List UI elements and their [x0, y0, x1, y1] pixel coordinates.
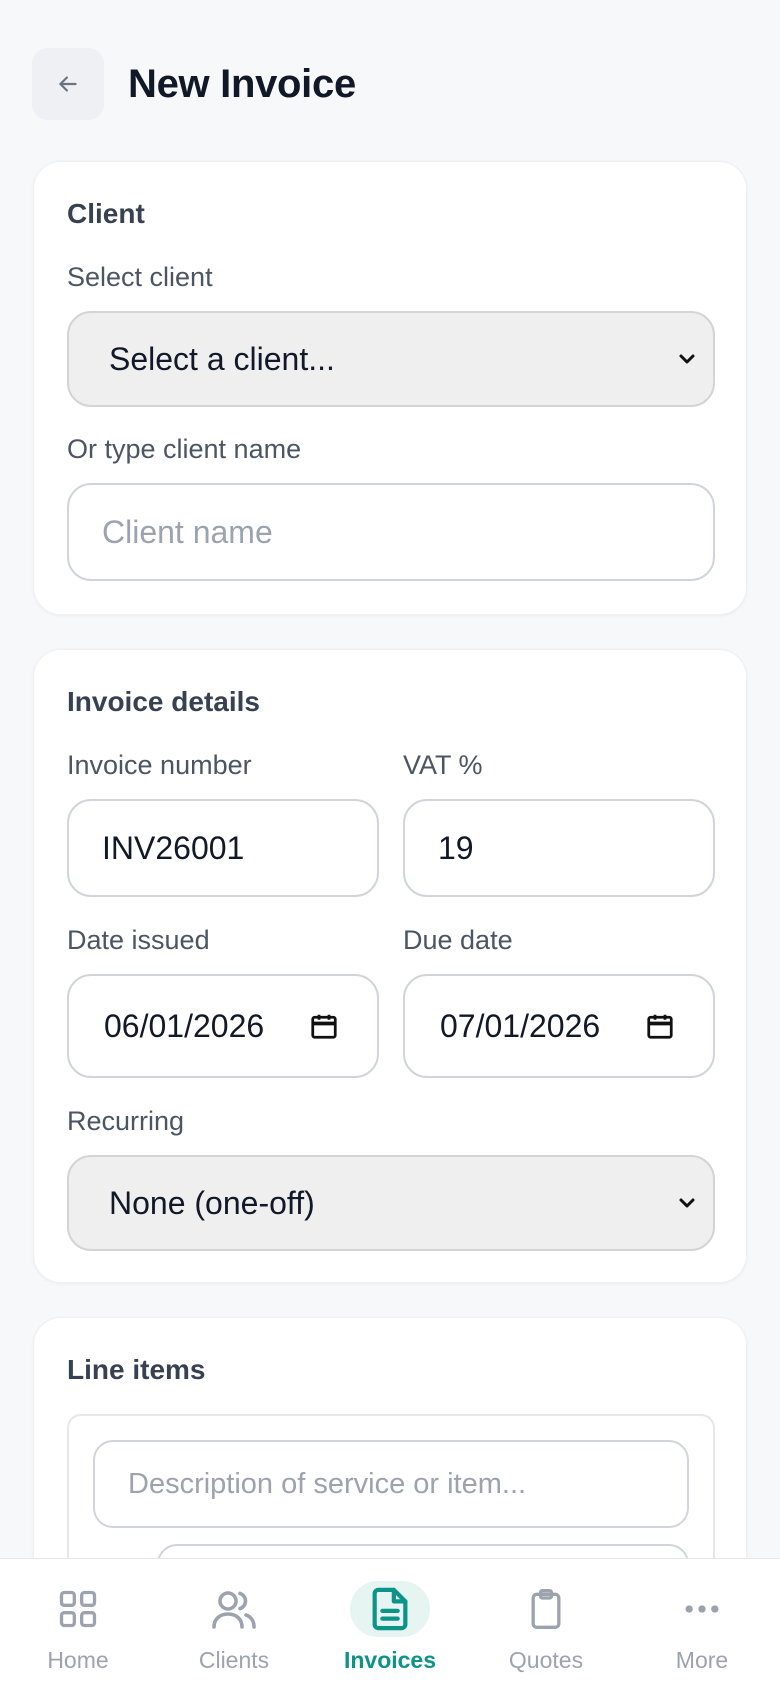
nav-more[interactable]: More	[624, 1559, 780, 1688]
bottom-nav: Home Clients Invoices Quotes More	[0, 1558, 780, 1688]
due-date-label: Due date	[403, 925, 513, 955]
line-item-description-placeholder: Description of service or item...	[128, 1467, 527, 1500]
nav-clients[interactable]: Clients	[156, 1559, 312, 1688]
vat-value: 19	[438, 829, 474, 866]
nav-quotes-label: Quotes	[508, 1647, 584, 1673]
nav-invoices[interactable]: Invoices	[312, 1559, 468, 1688]
arrow-left-icon	[59, 76, 77, 92]
recurring-select-value: None (one-off)	[109, 1184, 315, 1221]
client-section-title: Client	[67, 198, 145, 229]
line-items-title: Line items	[67, 1354, 206, 1385]
header: New Invoice	[32, 48, 356, 120]
date-issued-label: Date issued	[67, 925, 210, 955]
recurring-select[interactable]: None (one-off)	[67, 1155, 715, 1251]
nav-quotes[interactable]: Quotes	[468, 1559, 624, 1688]
client-name-input[interactable]: Client name	[67, 483, 715, 581]
invoice-details-card: Invoice details Invoice number VAT % INV…	[33, 649, 747, 1283]
calendar-icon[interactable]	[645, 1011, 675, 1041]
vat-label: VAT %	[403, 750, 483, 780]
chevron-down-icon	[679, 354, 695, 364]
client-name-label: Or type client name	[67, 434, 302, 464]
nav-home-label: Home	[47, 1647, 109, 1673]
invoice-number-label: Invoice number	[67, 750, 252, 780]
nav-more-label: More	[675, 1647, 729, 1673]
back-button[interactable]	[32, 48, 104, 120]
nav-clients-label: Clients	[198, 1647, 270, 1673]
more-dots-icon	[685, 1605, 719, 1613]
nav-home[interactable]: Home	[0, 1559, 156, 1688]
chevron-down-icon	[679, 1198, 695, 1208]
document-icon	[372, 1587, 408, 1631]
recurring-label: Recurring	[67, 1106, 185, 1136]
invoice-details-title: Invoice details	[67, 686, 260, 717]
page-title: New Invoice	[128, 61, 356, 106]
client-select[interactable]: Select a client...	[67, 311, 715, 407]
clipboard-icon	[531, 1589, 561, 1629]
line-item-description-input[interactable]: Description of service or item...	[93, 1440, 689, 1528]
vat-input[interactable]: 19	[403, 799, 715, 897]
users-icon	[212, 1591, 256, 1629]
client-name-placeholder: Client name	[102, 513, 273, 550]
invoice-number-input[interactable]: INV26001	[67, 799, 379, 897]
select-client-label: Select client	[67, 262, 213, 292]
calendar-icon[interactable]	[309, 1011, 339, 1041]
grid-icon	[59, 1590, 97, 1628]
date-issued-input[interactable]: 06/01/2026	[67, 974, 379, 1078]
client-select-value: Select a client...	[109, 340, 335, 377]
invoice-number-value: INV26001	[102, 829, 245, 866]
nav-invoices-label: Invoices	[343, 1647, 437, 1673]
client-card: Client Select client Select a client... …	[33, 161, 747, 615]
due-date-input[interactable]: 07/01/2026	[403, 974, 715, 1078]
